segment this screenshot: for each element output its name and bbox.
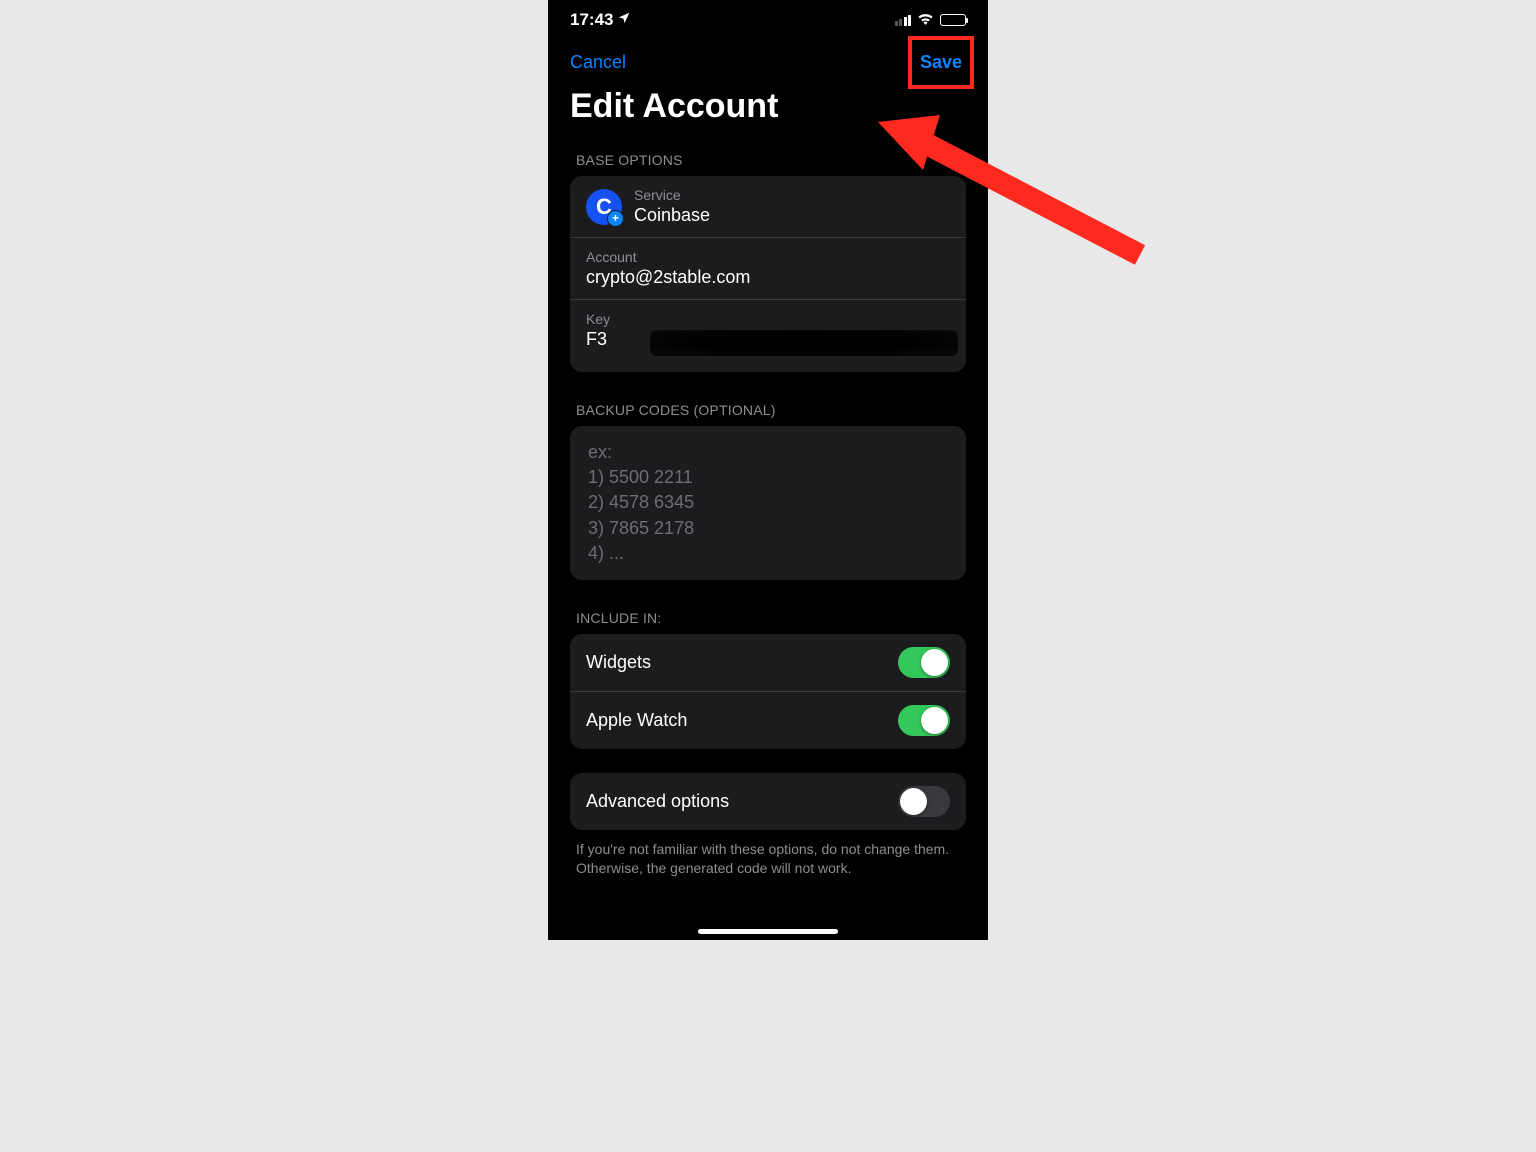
location-icon <box>617 10 631 30</box>
save-button[interactable]: Save <box>920 52 962 72</box>
home-indicator[interactable] <box>698 929 838 934</box>
status-bar: 17:43 <box>548 0 988 40</box>
coinbase-icon: C <box>586 189 622 225</box>
applewatch-row: Apple Watch <box>570 692 966 749</box>
advanced-label: Advanced options <box>586 791 729 812</box>
advanced-toggle[interactable] <box>898 786 950 817</box>
key-label: Key <box>586 311 950 327</box>
base-options-card: C Service Coinbase Account crypto@2stabl… <box>570 176 966 372</box>
cancel-button[interactable]: Cancel <box>570 52 626 73</box>
cellular-icon <box>895 15 912 26</box>
wifi-icon <box>917 10 934 30</box>
service-row[interactable]: C Service Coinbase <box>570 176 966 238</box>
section-header-backup: BACKUP CODES (OPTIONAL) <box>548 372 988 426</box>
section-header-base: BASE OPTIONS <box>548 138 988 176</box>
save-highlight-box: Save <box>908 36 974 89</box>
service-label: Service <box>634 187 710 203</box>
phone-screen: 17:43 Cancel Save Edit Account BASE OPTI… <box>548 0 988 940</box>
key-row[interactable]: Key F3 <box>570 300 966 372</box>
widgets-row: Widgets <box>570 634 966 692</box>
advanced-footnote: If you're not familiar with these option… <box>548 830 988 888</box>
service-value: Coinbase <box>634 205 710 226</box>
widgets-label: Widgets <box>586 652 651 673</box>
account-label: Account <box>586 249 950 265</box>
account-value: crypto@2stable.com <box>586 267 950 288</box>
applewatch-toggle[interactable] <box>898 705 950 736</box>
widgets-toggle[interactable] <box>898 647 950 678</box>
advanced-card: Advanced options <box>570 773 966 830</box>
account-row[interactable]: Account crypto@2stable.com <box>570 238 966 300</box>
applewatch-label: Apple Watch <box>586 710 687 731</box>
backup-codes-field[interactable]: ex: 1) 5500 2211 2) 4578 6345 3) 7865 21… <box>570 426 966 580</box>
backup-placeholder: ex: 1) 5500 2211 2) 4578 6345 3) 7865 21… <box>588 440 948 566</box>
nav-bar: Cancel Save <box>548 40 988 81</box>
battery-icon <box>940 14 966 26</box>
section-header-include: INCLUDE IN: <box>548 580 988 634</box>
status-time: 17:43 <box>570 10 613 30</box>
include-card: Widgets Apple Watch <box>570 634 966 749</box>
advanced-row: Advanced options <box>570 773 966 830</box>
key-redaction <box>650 330 958 356</box>
page-title: Edit Account <box>548 81 988 138</box>
